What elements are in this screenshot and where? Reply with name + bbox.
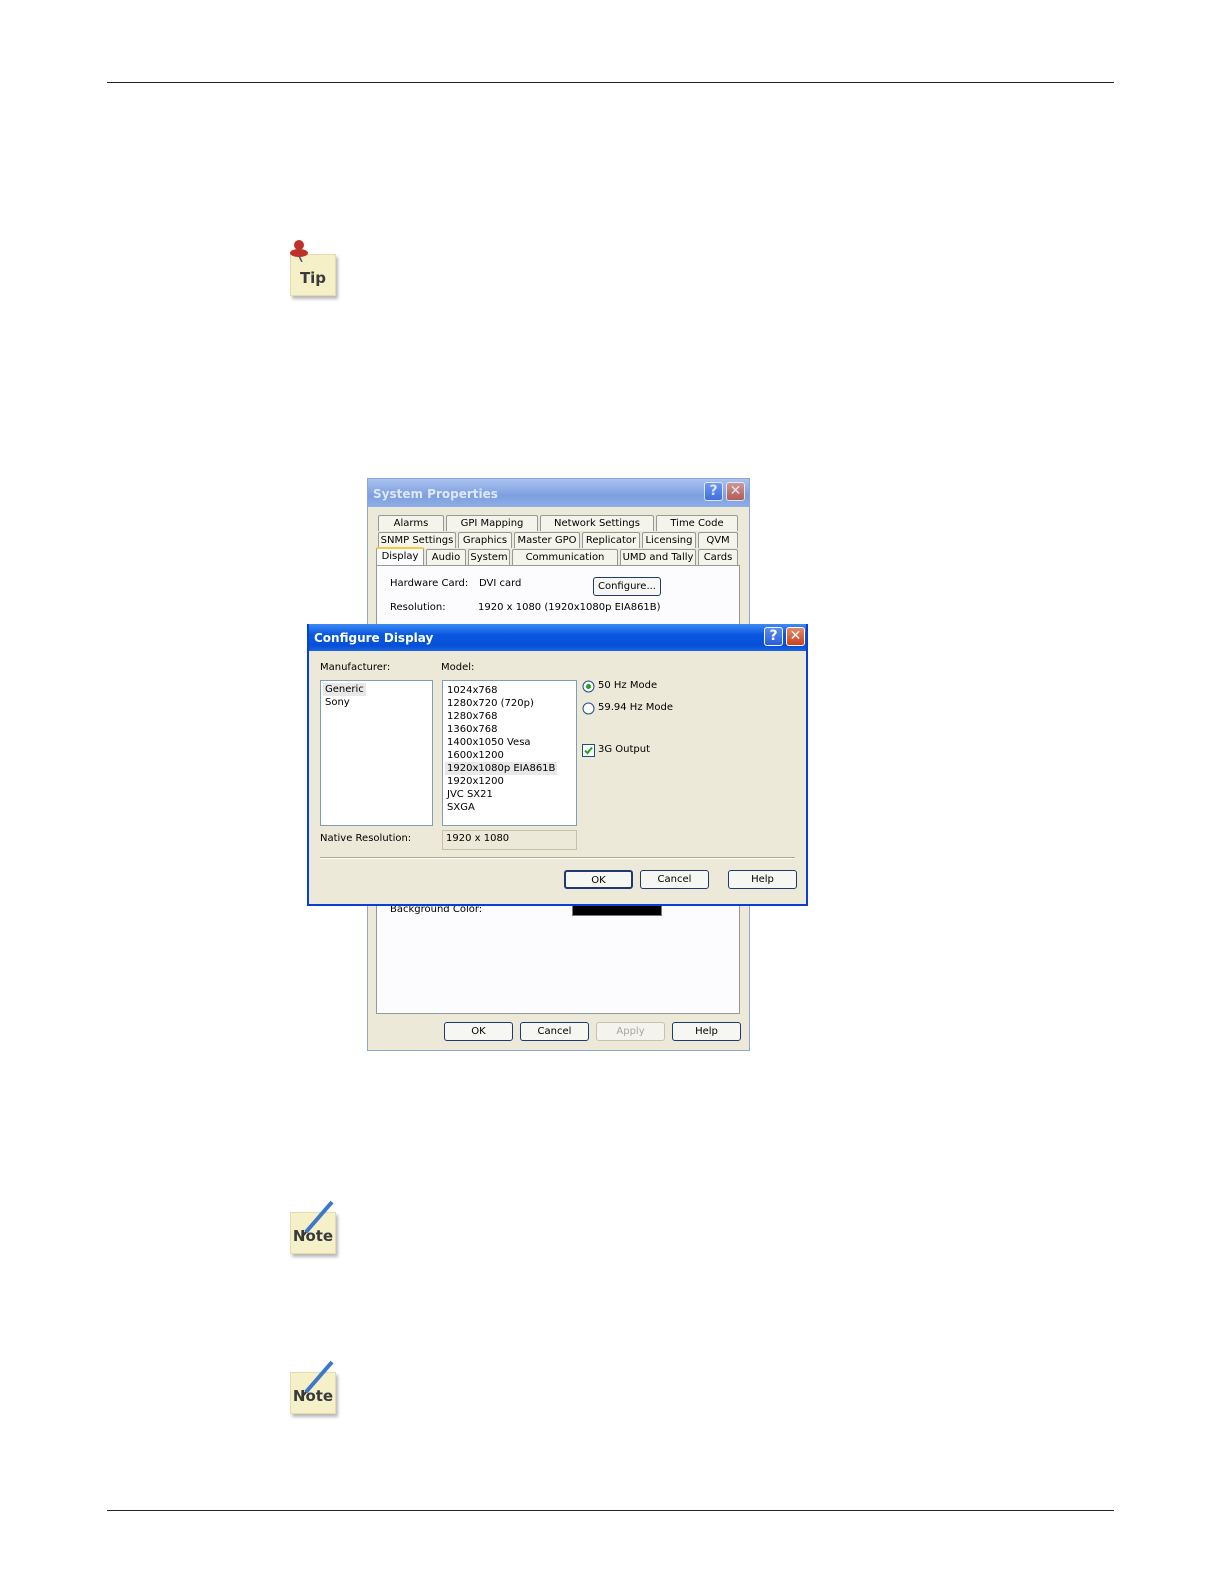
tab-umd-and-tally[interactable]: UMD and Tally: [620, 549, 696, 565]
pushpin-icon: [290, 240, 308, 262]
tab-replicator[interactable]: Replicator: [582, 532, 640, 548]
window-title: System Properties: [373, 487, 498, 501]
tab-time-code[interactable]: Time Code: [656, 515, 738, 531]
separator: [320, 857, 795, 859]
configure-display-dialog: Configure Display ? ✕ Manufacturer: Mode…: [307, 624, 808, 906]
ok-button[interactable]: OK: [564, 870, 633, 889]
model-item-selected[interactable]: 1920x1080p EIA861B: [445, 762, 558, 775]
tab-graphics[interactable]: Graphics: [458, 532, 512, 548]
manufacturer-item[interactable]: Sony: [325, 696, 350, 709]
tab-master-gpo[interactable]: Master GPO: [514, 532, 580, 548]
radio-icon: [582, 702, 595, 715]
configure-display-titlebar: Configure Display: [309, 624, 806, 651]
tab-cards[interactable]: Cards: [698, 549, 738, 565]
tab-gpi-mapping[interactable]: GPI Mapping: [446, 515, 538, 531]
tab-audio[interactable]: Audio: [426, 549, 466, 565]
cancel-button[interactable]: Cancel: [640, 870, 709, 889]
close-icon[interactable]: ✕: [786, 627, 805, 646]
dialog-title: Configure Display: [314, 631, 434, 645]
tab-system[interactable]: System: [468, 549, 510, 565]
tab-communication-ports[interactable]: Communication Ports: [512, 549, 618, 578]
model-item[interactable]: JVC SX21: [447, 788, 493, 801]
manufacturer-item[interactable]: Generic: [323, 683, 366, 696]
note-icon: Note: [288, 1358, 340, 1416]
help-button[interactable]: Help: [672, 1022, 741, 1041]
checkbox-checked-icon: [582, 744, 595, 757]
model-item[interactable]: 1400x1050 Vesa: [447, 736, 531, 749]
tab-network-settings[interactable]: Network Settings: [540, 515, 654, 531]
resolution-value: 1920 x 1080 (1920x1080p EIA861B): [478, 602, 661, 613]
model-item[interactable]: 1280x768: [447, 710, 497, 723]
tip-icon: Tip: [288, 238, 340, 300]
model-item[interactable]: 1024x768: [447, 684, 497, 697]
help-button[interactable]: Help: [728, 870, 797, 889]
radio-selected-icon: [582, 680, 595, 693]
tab-qvm[interactable]: QVM: [698, 532, 738, 548]
system-properties-titlebar: System Properties: [368, 479, 749, 507]
note-icon: Note: [288, 1198, 340, 1256]
tab-alarms[interactable]: Alarms: [378, 515, 444, 531]
help-icon[interactable]: ?: [704, 482, 723, 501]
help-icon[interactable]: ?: [764, 627, 783, 646]
native-resolution-field: 1920 x 1080: [442, 830, 577, 850]
model-item[interactable]: SXGA: [447, 801, 475, 814]
model-list[interactable]: 1024x768 1280x720 (720p) 1280x768 1360x7…: [442, 680, 577, 826]
model-item[interactable]: 1280x720 (720p): [447, 697, 534, 710]
manufacturer-label: Manufacturer:: [320, 662, 391, 673]
manufacturer-list[interactable]: Generic Sony: [320, 680, 433, 826]
cancel-button[interactable]: Cancel: [520, 1022, 589, 1041]
model-item[interactable]: 1600x1200: [447, 749, 504, 762]
resolution-label: Resolution:: [390, 602, 446, 613]
pen-icon: [301, 1200, 334, 1238]
hardware-card-label: Hardware Card:: [390, 578, 469, 589]
close-icon[interactable]: ✕: [726, 482, 745, 501]
model-item[interactable]: 1920x1200: [447, 775, 504, 788]
tab-snmp-settings[interactable]: SNMP Settings: [378, 532, 456, 548]
model-item[interactable]: 1360x768: [447, 723, 497, 736]
pen-icon: [301, 1360, 334, 1398]
header-rule: [107, 82, 1114, 83]
footer-rule: [107, 1510, 1114, 1511]
configure-button[interactable]: Configure...: [593, 577, 661, 596]
tab-licensing[interactable]: Licensing: [642, 532, 696, 548]
native-resolution-label: Native Resolution:: [320, 833, 412, 844]
apply-button[interactable]: Apply: [596, 1022, 665, 1041]
hardware-card-value: DVI card: [479, 578, 522, 589]
ok-button[interactable]: OK: [444, 1022, 513, 1041]
tab-display[interactable]: Display: [376, 547, 424, 565]
model-label: Model:: [441, 662, 475, 673]
